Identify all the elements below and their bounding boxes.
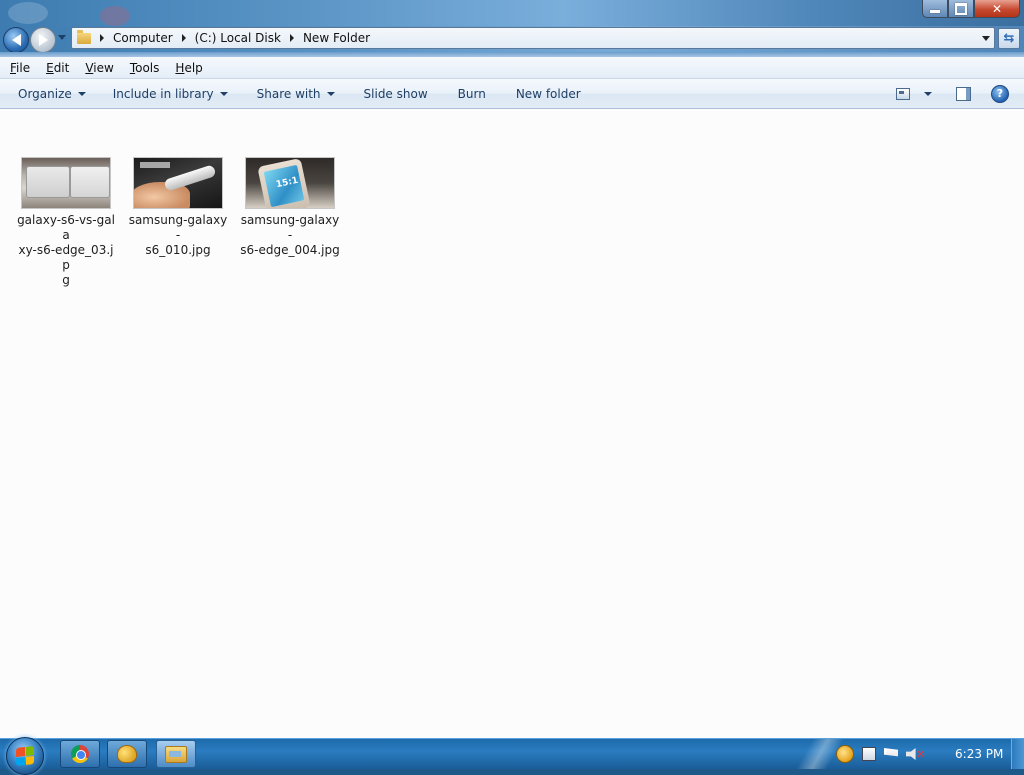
forward-arrow-icon xyxy=(38,34,48,46)
breadcrumb-chevron-icon[interactable] xyxy=(181,34,186,42)
menu-help[interactable]: Help xyxy=(165,61,208,75)
close-icon: ✕ xyxy=(991,1,1003,16)
include-in-library-label: Include in library xyxy=(112,86,214,101)
include-in-library-button[interactable]: Include in library xyxy=(113,82,228,106)
file-name-line: s6-edge_004.jpg xyxy=(240,243,340,257)
menu-edit[interactable]: Edit xyxy=(36,61,75,75)
taskbar-paint[interactable] xyxy=(107,740,147,768)
chrome-icon xyxy=(71,745,89,763)
new-folder-label: New folder xyxy=(515,86,581,101)
explorer-icon xyxy=(165,745,187,763)
navigation-bar: Computer (C:) Local Disk New Folder ⇆ xyxy=(0,26,1024,53)
chevron-down-icon xyxy=(77,91,86,96)
back-arrow-icon xyxy=(11,34,21,46)
file-name: samsung-galaxy- s6-edge_004.jpg xyxy=(238,213,342,258)
file-name-line: samsung-galaxy- xyxy=(128,213,228,242)
titlebar-glow xyxy=(8,2,48,24)
mute-x-icon: ✕ xyxy=(916,747,926,761)
network-tray-icon[interactable] xyxy=(862,747,876,761)
refresh-button[interactable]: ⇆ xyxy=(998,28,1020,49)
recent-pages-dropdown[interactable] xyxy=(58,35,66,40)
burn-button[interactable]: Burn xyxy=(458,82,486,106)
help-icon[interactable]: ? xyxy=(991,84,1009,103)
menu-view[interactable]: View xyxy=(75,61,119,75)
windows-logo-icon xyxy=(16,746,34,766)
menu-file-label: ile xyxy=(16,60,31,75)
forward-button[interactable] xyxy=(30,27,56,53)
slide-show-label: Slide show xyxy=(363,86,428,101)
system-tray: ✕ 6:23 PM xyxy=(836,739,1009,769)
phone-shape xyxy=(70,166,110,198)
chevron-down-icon xyxy=(219,91,228,96)
command-bar: Organize Include in library Share with S… xyxy=(0,79,1024,109)
menu-file[interactable]: File xyxy=(0,61,36,75)
file-name: samsung-galaxy- s6_010.jpg xyxy=(126,213,230,258)
minimize-button[interactable] xyxy=(922,0,948,18)
address-history-dropdown[interactable] xyxy=(982,36,990,41)
file-name-line: galaxy-s6-vs-gala xyxy=(17,213,115,242)
show-desktop-button[interactable] xyxy=(1011,739,1024,769)
taskbar: ✕ 6:23 PM xyxy=(0,737,1024,775)
menu-edit-label: dit xyxy=(53,60,70,75)
preview-pane-icon[interactable] xyxy=(956,86,971,101)
menu-help-label: elp xyxy=(184,60,203,75)
address-bar[interactable]: Computer (C:) Local Disk New Folder xyxy=(71,27,995,49)
minimize-icon xyxy=(930,10,940,13)
file-name-line: g xyxy=(62,273,70,287)
organize-label: Organize xyxy=(18,86,72,101)
phone-shape xyxy=(26,166,70,198)
burn-label: Burn xyxy=(457,86,486,101)
maximize-button[interactable] xyxy=(948,0,974,18)
taskbar-explorer[interactable] xyxy=(156,740,196,768)
breadcrumb-computer[interactable]: Computer xyxy=(113,31,173,45)
window-controls: ✕ xyxy=(922,0,1020,19)
command-bar-right: ? xyxy=(896,79,1024,108)
thumbnail-detail xyxy=(140,162,170,168)
action-center-flag-icon[interactable] xyxy=(884,748,898,757)
breadcrumb-chevron-icon[interactable] xyxy=(100,34,104,42)
clock[interactable]: 6:23 PM xyxy=(949,747,1009,761)
image-thumbnail: 15:1 xyxy=(245,157,335,209)
start-button[interactable] xyxy=(6,737,44,775)
file-list-pane[interactable]: galaxy-s6-vs-gala xy-s6-edge_03.jp g sam… xyxy=(0,109,1024,738)
change-view-icon[interactable] xyxy=(896,87,910,100)
menu-view-label: iew xyxy=(93,60,114,75)
share-with-label: Share with xyxy=(256,86,321,101)
control-panel-tray-icon[interactable] xyxy=(836,745,854,763)
share-with-button[interactable]: Share with xyxy=(257,82,335,106)
file-name: galaxy-s6-vs-gala xy-s6-edge_03.jp g xyxy=(14,213,118,288)
image-thumbnail xyxy=(133,157,223,209)
phone-shape xyxy=(163,164,217,192)
title-bar[interactable]: ✕ xyxy=(0,0,1024,26)
file-name-line: samsung-galaxy- xyxy=(240,213,340,242)
new-folder-button[interactable]: New folder xyxy=(516,82,581,106)
breadcrumb-new-folder[interactable]: New Folder xyxy=(303,31,370,45)
menu-tools[interactable]: Tools xyxy=(120,61,166,75)
file-name-line: s6_010.jpg xyxy=(145,243,211,257)
titlebar-glow-red xyxy=(100,6,130,26)
slide-show-button[interactable]: Slide show xyxy=(364,82,428,106)
view-options-dropdown[interactable] xyxy=(924,91,932,96)
restore-icon xyxy=(955,2,967,15)
folder-icon xyxy=(77,29,91,44)
help-glyph: ? xyxy=(996,87,1004,100)
taskbar-chrome[interactable] xyxy=(60,740,100,768)
paint-icon xyxy=(117,745,137,763)
file-item[interactable]: galaxy-s6-vs-gala xy-s6-edge_03.jp g xyxy=(14,157,118,288)
file-name-line: xy-s6-edge_03.jp xyxy=(18,243,114,272)
breadcrumb-local-disk[interactable]: (C:) Local Disk xyxy=(195,31,281,45)
close-button[interactable]: ✕ xyxy=(974,0,1020,18)
file-item[interactable]: 15:1 samsung-galaxy- s6-edge_004.jpg xyxy=(238,157,342,258)
back-button[interactable] xyxy=(3,27,29,53)
menu-tools-label: ools xyxy=(135,60,160,75)
organize-button[interactable]: Organize xyxy=(18,82,86,106)
menu-bar-top-band xyxy=(0,52,1024,57)
image-thumbnail xyxy=(21,157,111,209)
menu-edit-accel: E xyxy=(46,60,54,75)
file-item[interactable]: samsung-galaxy- s6_010.jpg xyxy=(126,157,230,258)
chevron-down-icon xyxy=(326,91,335,96)
breadcrumb-chevron-icon[interactable] xyxy=(289,34,294,42)
menu-bar: File Edit View Tools Help xyxy=(0,52,1024,79)
refresh-icon: ⇆ xyxy=(1003,31,1015,46)
